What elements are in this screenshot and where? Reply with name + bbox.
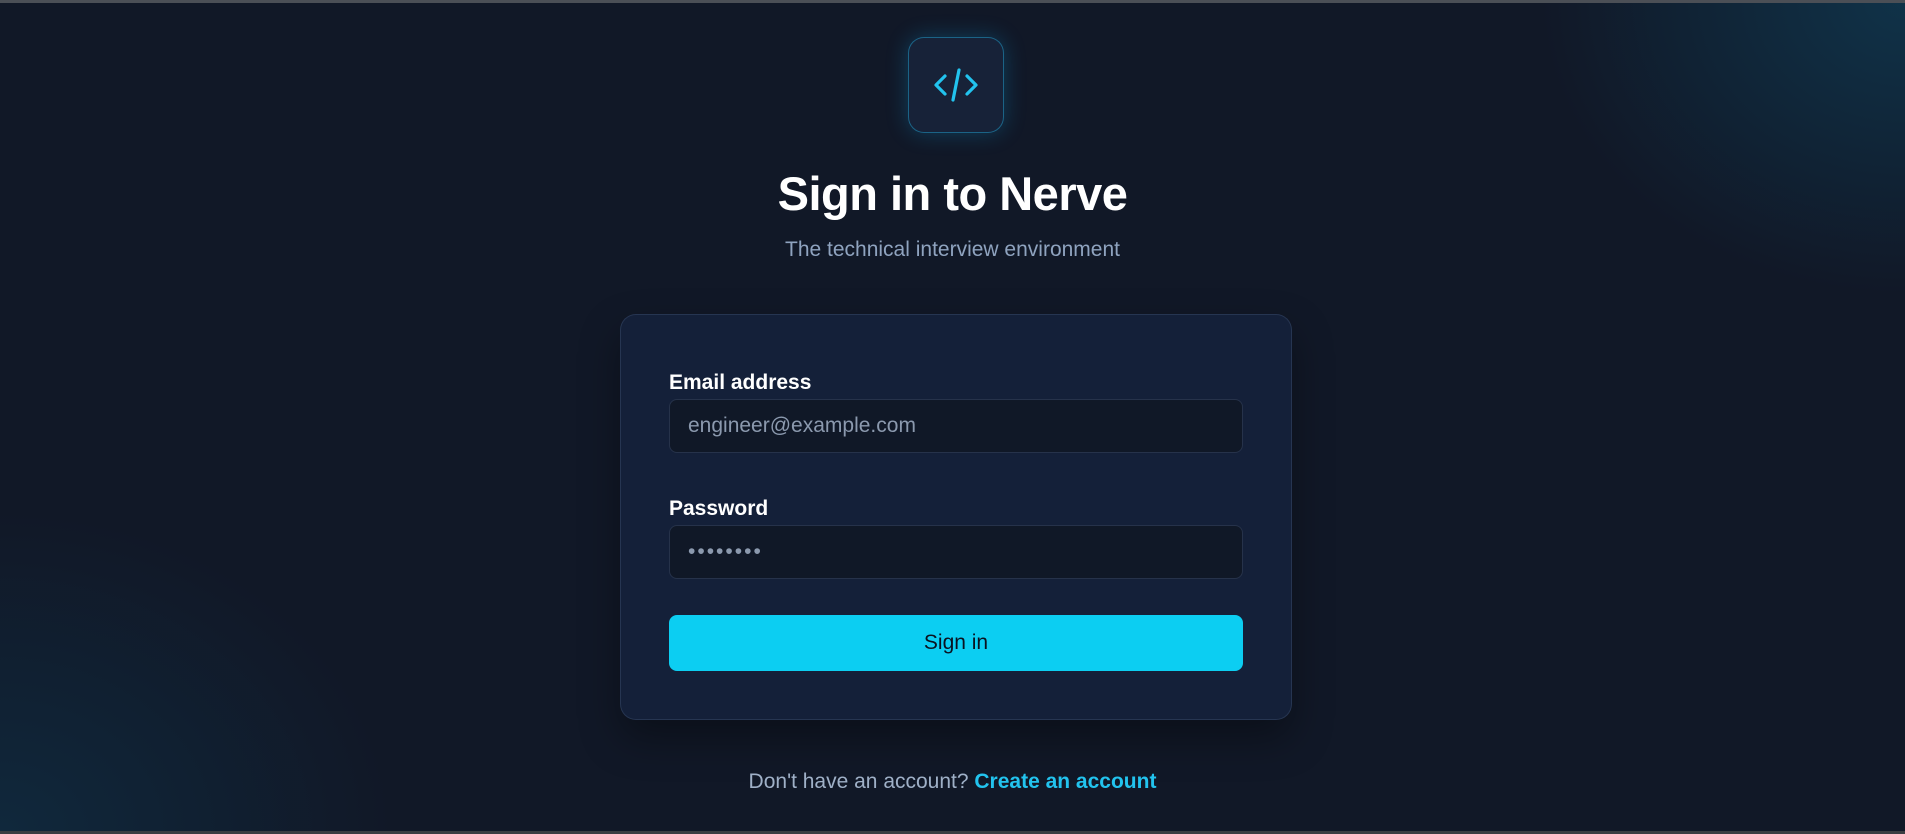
create-account-link[interactable]: Create an account <box>974 770 1156 793</box>
password-label: Password <box>669 497 769 520</box>
sign-in-form: Email address Password Sign in <box>620 314 1292 720</box>
signup-prompt: Don't have an account? Create an account <box>0 770 1905 794</box>
signup-prompt-text: Don't have an account? <box>748 770 969 793</box>
sign-in-button[interactable]: Sign in <box>669 615 1243 671</box>
password-input[interactable] <box>669 525 1243 579</box>
email-input[interactable] <box>669 399 1243 453</box>
page-title: Sign in to Nerve <box>777 167 1128 220</box>
email-label: Email address <box>669 371 812 394</box>
code-brackets-icon <box>934 68 978 102</box>
window-top-border <box>0 0 1905 3</box>
page-subtitle: The technical interview environment <box>785 238 1120 261</box>
app-logo <box>908 37 1004 133</box>
